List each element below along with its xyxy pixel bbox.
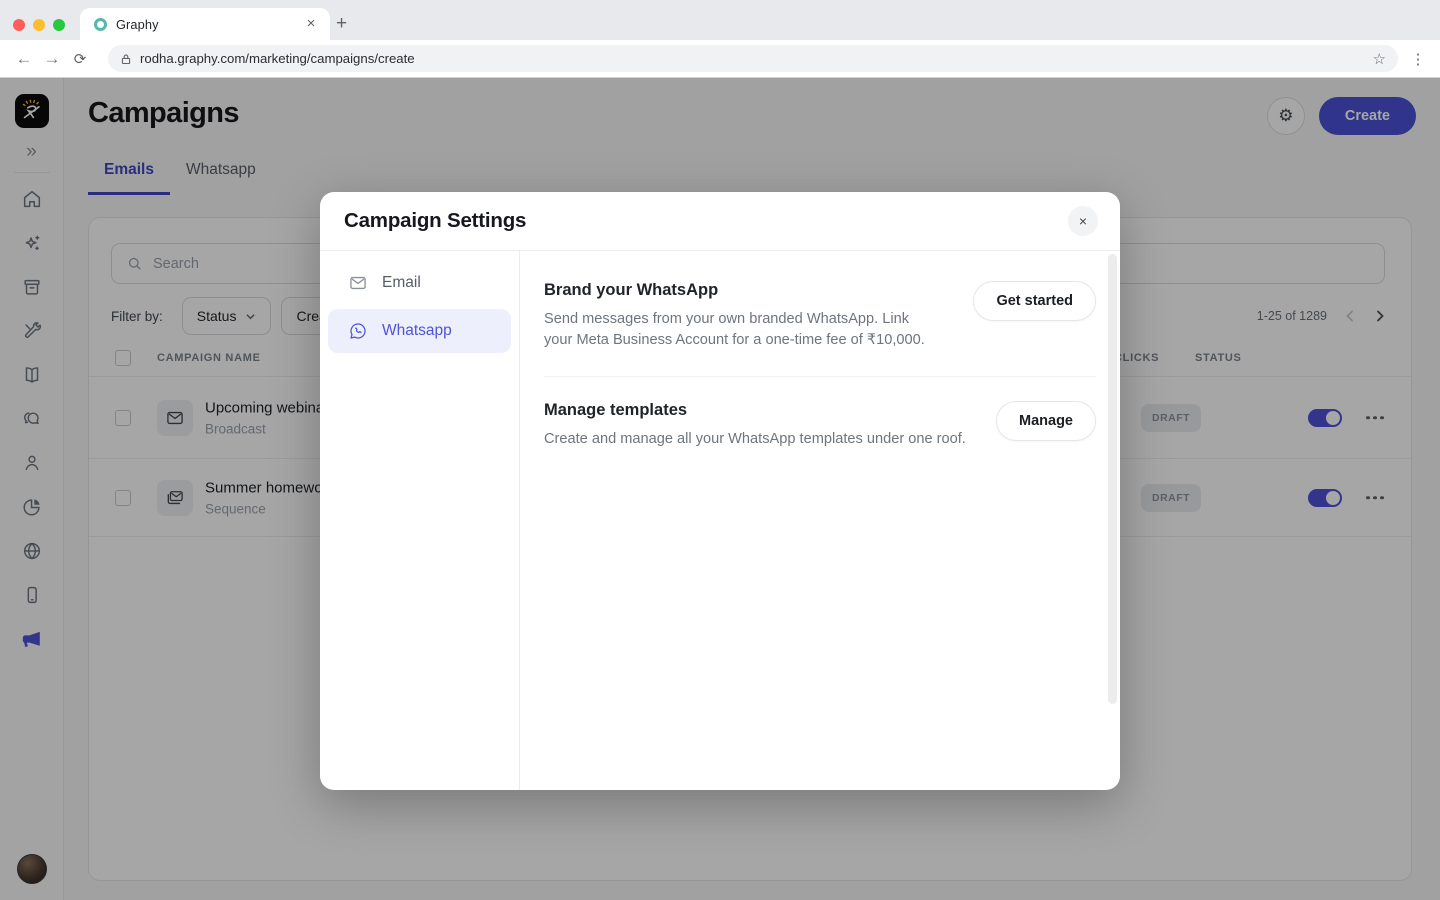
window-close-button[interactable] [13, 19, 25, 31]
bookmark-star-icon[interactable]: ☆ [1373, 50, 1386, 68]
browser-chrome: Graphy × + ← → ⟳ rodha.graphy.com/market… [0, 0, 1440, 78]
browser-toolbar: ← → ⟳ rodha.graphy.com/marketing/campaig… [0, 40, 1440, 78]
window-minimize-button[interactable] [33, 19, 45, 31]
lock-icon [120, 53, 132, 65]
tab-title: Graphy [116, 17, 302, 32]
manage-button[interactable]: Manage [996, 401, 1096, 441]
close-icon: × [1079, 213, 1087, 229]
reload-icon[interactable]: ⟳ [66, 50, 94, 68]
tab-strip: Graphy × + [0, 0, 1440, 40]
browser-menu-icon[interactable]: ⋮ [1406, 50, 1430, 68]
modal-content: Brand your WhatsApp Send messages from y… [520, 251, 1120, 790]
modal-nav-email[interactable]: Email [328, 261, 511, 305]
modal-nav-whatsapp[interactable]: Whatsapp [328, 309, 511, 353]
whatsapp-icon [348, 321, 368, 341]
browser-tab[interactable]: Graphy × [80, 8, 330, 40]
section-description: Create and manage all your WhatsApp temp… [544, 429, 966, 450]
modal-nav-email-label: Email [382, 274, 421, 292]
url-text: rodha.graphy.com/marketing/campaigns/cre… [140, 51, 1373, 66]
modal-scrollbar[interactable] [1108, 254, 1117, 704]
get-started-button[interactable]: Get started [973, 281, 1096, 321]
app-window: » Campaigns ⚙ Create Emails Whatsapp [0, 78, 1440, 900]
manage-templates-section: Manage templates Create and manage all y… [544, 401, 1096, 450]
modal-nav-whatsapp-label: Whatsapp [382, 322, 452, 340]
tab-close-icon[interactable]: × [302, 15, 320, 33]
back-icon[interactable]: ← [10, 49, 38, 69]
window-controls [13, 19, 65, 31]
email-icon [348, 273, 368, 293]
graphy-favicon-icon [94, 18, 107, 31]
campaign-settings-modal: Campaign Settings × Email Whatsapp Brand… [320, 192, 1120, 790]
modal-close-button[interactable]: × [1068, 206, 1098, 236]
modal-title: Campaign Settings [344, 209, 1068, 233]
url-bar[interactable]: rodha.graphy.com/marketing/campaigns/cre… [108, 45, 1398, 72]
section-divider [544, 376, 1096, 377]
section-heading: Manage templates [544, 401, 966, 420]
brand-whatsapp-section: Brand your WhatsApp Send messages from y… [544, 281, 1096, 351]
forward-icon[interactable]: → [38, 49, 66, 69]
section-heading: Brand your WhatsApp [544, 281, 934, 300]
new-tab-button[interactable]: + [336, 14, 347, 33]
window-zoom-button[interactable] [53, 19, 65, 31]
modal-nav: Email Whatsapp [320, 251, 520, 790]
section-description: Send messages from your own branded What… [544, 309, 934, 351]
